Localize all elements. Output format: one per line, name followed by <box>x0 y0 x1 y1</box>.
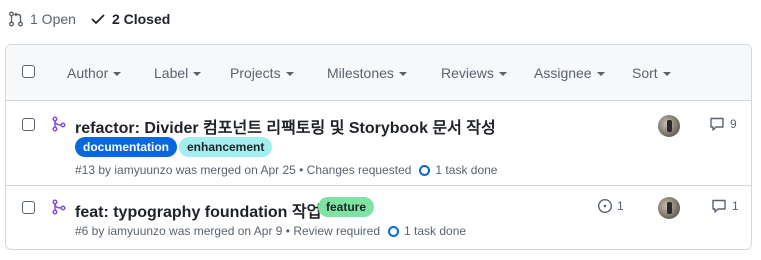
caret-down-icon <box>285 72 294 76</box>
pr-title[interactable]: refactor: Divider 컴포넌트 리팩토링 및 Storybook … <box>75 114 496 138</box>
row-checkbox[interactable] <box>22 118 35 131</box>
list-header: Author Label Projects Milestones Reviews… <box>6 45 751 101</box>
pull-request-list: Author Label Projects Milestones Reviews… <box>5 44 752 250</box>
list-item: feat: typography foundation 작업 feature #… <box>6 186 751 249</box>
git-merge-icon <box>52 199 66 215</box>
open-count-label: 1 Open <box>30 11 76 27</box>
pr-meta-text: #13 by iamyuunzo was merged on Apr 25 • … <box>75 163 412 177</box>
avatar[interactable] <box>658 115 680 137</box>
label-documentation[interactable]: documentation <box>75 137 177 157</box>
caret-down-icon <box>662 72 671 76</box>
git-pull-request-icon <box>9 11 23 27</box>
comments-link[interactable]: 1 <box>711 198 739 214</box>
sort-filter-label: Sort <box>632 65 658 81</box>
author-filter-label: Author <box>67 65 109 81</box>
linked-issues-link[interactable]: 1 <box>597 198 624 214</box>
label-filter-label: Label <box>154 65 189 81</box>
state-toggle-bar: 1 Open 2 Closed <box>8 8 170 30</box>
caret-down-icon <box>498 72 507 76</box>
issue-opened-icon <box>597 198 613 214</box>
pr-title[interactable]: feat: typography foundation 작업 <box>75 198 321 222</box>
milestones-filter-label: Milestones <box>327 65 394 81</box>
task-progress-icon <box>419 164 431 176</box>
caret-down-icon <box>398 72 407 76</box>
caret-down-icon <box>596 72 605 76</box>
author-filter[interactable]: Author <box>67 65 122 81</box>
assignee-filter-label: Assignee <box>534 65 592 81</box>
pr-meta-text: #6 by iamyuunzo was merged on Apr 9 • Re… <box>75 224 381 238</box>
reviews-filter[interactable]: Reviews <box>441 65 507 81</box>
caret-down-icon <box>193 72 202 76</box>
comment-count: 9 <box>730 117 737 131</box>
row-checkbox[interactable] <box>22 201 35 214</box>
comments-link[interactable]: 9 <box>709 116 737 132</box>
closed-state-toggle[interactable]: 2 Closed <box>90 11 170 27</box>
assignee-filter[interactable]: Assignee <box>534 65 605 81</box>
label-feature[interactable]: feature <box>318 197 375 217</box>
comment-icon <box>712 199 726 213</box>
closed-count-label: 2 Closed <box>111 11 171 27</box>
pr-meta: #6 by iamyuunzo was merged on Apr 9 • Re… <box>75 224 466 238</box>
filter-bar: Author Label Projects Milestones Reviews… <box>6 45 751 101</box>
caret-down-icon <box>113 72 122 76</box>
projects-filter[interactable]: Projects <box>230 65 294 81</box>
task-progress-label: 1 task done <box>435 163 498 177</box>
comment-icon <box>710 117 724 131</box>
git-merge-icon <box>52 116 66 132</box>
task-progress-icon <box>388 225 400 237</box>
list-item: refactor: Divider 컴포넌트 리팩토링 및 Storybook … <box>6 101 751 186</box>
label-filter[interactable]: Label <box>154 65 202 81</box>
linked-issues-count: 1 <box>617 199 624 213</box>
task-progress: 1 task done <box>388 224 466 238</box>
label-enhancement[interactable]: enhancement <box>179 137 273 157</box>
reviews-filter-label: Reviews <box>441 65 494 81</box>
projects-filter-label: Projects <box>230 65 281 81</box>
task-progress-label: 1 task done <box>404 224 467 238</box>
check-icon <box>91 14 105 24</box>
open-state-toggle[interactable]: 1 Open <box>8 11 76 27</box>
pr-meta: #13 by iamyuunzo was merged on Apr 25 • … <box>75 163 497 177</box>
task-progress: 1 task done <box>419 163 497 177</box>
sort-filter[interactable]: Sort <box>632 65 671 81</box>
milestones-filter[interactable]: Milestones <box>327 65 407 81</box>
comment-count: 1 <box>732 199 739 213</box>
avatar[interactable] <box>658 197 680 219</box>
